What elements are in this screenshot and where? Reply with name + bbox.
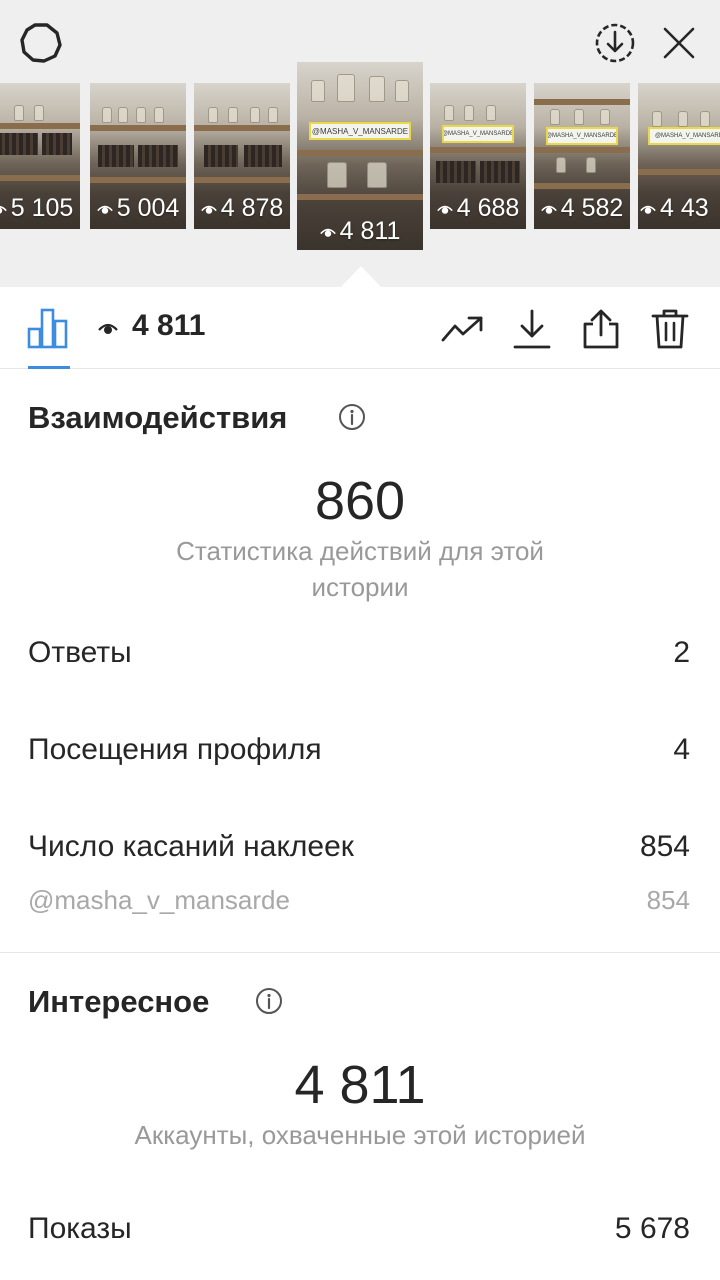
thumbnail-views: 4 582 <box>534 194 630 223</box>
eye-icon <box>200 205 217 214</box>
sticker-mention-value: 854 <box>646 885 690 915</box>
thumbnail-views-count: 4 878 <box>220 194 284 222</box>
story-thumbnail-active[interactable]: @MASHA_V_MANSARDE 4 811 <box>297 62 423 250</box>
bar-chart-icon <box>27 308 68 349</box>
settings-button[interactable] <box>18 20 64 66</box>
close-button[interactable] <box>656 20 702 66</box>
sticker-tag: @MASHA_V_MANSARDE <box>309 122 411 140</box>
section-divider <box>0 952 720 953</box>
interactions-caption: Статистика действий для этой истории <box>176 536 544 602</box>
impressions-value: 5 678 <box>614 1212 690 1245</box>
interactions-title: Взаимодействия <box>28 400 288 435</box>
thumbnail-views: 4 43 <box>638 194 720 223</box>
trash-icon <box>651 309 689 349</box>
impressions-label: Показы <box>28 1212 132 1245</box>
close-icon <box>663 27 695 59</box>
thumbnail-views: 5 105 <box>0 194 80 223</box>
sticker-mention-label: @masha_v_mansarde <box>28 885 290 915</box>
thumbnail-views-count: 4 811 <box>339 217 401 245</box>
story-thumbnail[interactable]: 5 004 <box>90 83 186 229</box>
sticker-tag: @MASHA_V_MANSARDE <box>442 125 514 143</box>
thumbnail-views-count: 5 105 <box>10 194 74 222</box>
download-circle-icon <box>595 23 635 63</box>
eye-icon <box>540 205 557 214</box>
save-story-button[interactable] <box>592 20 638 66</box>
thumbnail-views: 4 811 <box>297 217 423 246</box>
eye-icon <box>640 205 656 214</box>
interactions-total: 860 <box>314 471 406 531</box>
share-button[interactable] <box>579 307 623 351</box>
story-thumbnails-area: 5 105 5 004 4 878 @MASHA_V_MANSARDE 4 81… <box>0 0 720 287</box>
views-count: 4 811 <box>132 309 206 342</box>
info-icon[interactable] <box>338 403 366 431</box>
discovery-total: 4 811 <box>294 1055 426 1115</box>
active-tab-indicator <box>28 366 70 369</box>
eye-icon <box>319 228 336 237</box>
sticker-tag: @MASHA_V_MANSARDE <box>546 127 618 145</box>
delete-button[interactable] <box>648 307 692 351</box>
thumbnail-views: 5 004 <box>90 194 186 223</box>
story-thumbnail[interactable]: 5 105 <box>0 83 80 229</box>
discovery-title: Интересное <box>28 984 210 1019</box>
thumbnail-views: 4 878 <box>194 194 290 223</box>
profile-visits-value: 4 <box>673 733 690 766</box>
discovery-caption: Аккаунты, охваченные этой историей <box>134 1120 586 1150</box>
download-button[interactable] <box>510 307 554 351</box>
eye-icon <box>436 205 453 214</box>
share-icon <box>583 309 619 349</box>
promote-button[interactable] <box>441 307 485 351</box>
download-icon <box>513 309 551 349</box>
story-thumbnail[interactable]: @MASHA_V_MANSARDE 4 582 <box>534 83 630 229</box>
thumbnail-views-count: 4 582 <box>560 194 624 222</box>
tab-insights[interactable] <box>26 307 70 349</box>
story-thumbnail[interactable]: @MASHA_V_MANSARDE 4 43 <box>638 83 720 229</box>
active-thumbnail-pointer <box>341 266 381 287</box>
eye-icon <box>98 323 118 334</box>
info-icon[interactable] <box>255 987 283 1015</box>
thumbnail-views-count: 4 688 <box>456 194 520 222</box>
replies-value: 2 <box>673 636 690 669</box>
replies-label: Ответы <box>28 636 132 669</box>
settings-icon <box>20 23 62 63</box>
profile-visits-label: Посещения профиля <box>28 733 322 766</box>
eye-icon <box>96 205 113 214</box>
thumbnail-views: 4 688 <box>430 194 526 223</box>
eye-icon <box>0 205 7 214</box>
thumbnail-views-count: 5 004 <box>116 194 180 222</box>
story-thumbnail[interactable]: 4 878 <box>194 83 290 229</box>
thumbnail-views-count: 4 43 <box>660 194 709 222</box>
sticker-tag: @MASHA_V_MANSARDE <box>648 127 720 145</box>
trending-icon <box>441 316 483 342</box>
insights-toolbar: 4 811 <box>0 287 720 369</box>
story-thumbnail[interactable]: @MASHA_V_MANSARDE 4 688 <box>430 83 526 229</box>
sticker-taps-value: 854 <box>639 830 690 863</box>
sticker-taps-label: Число касаний наклеек <box>28 830 354 863</box>
